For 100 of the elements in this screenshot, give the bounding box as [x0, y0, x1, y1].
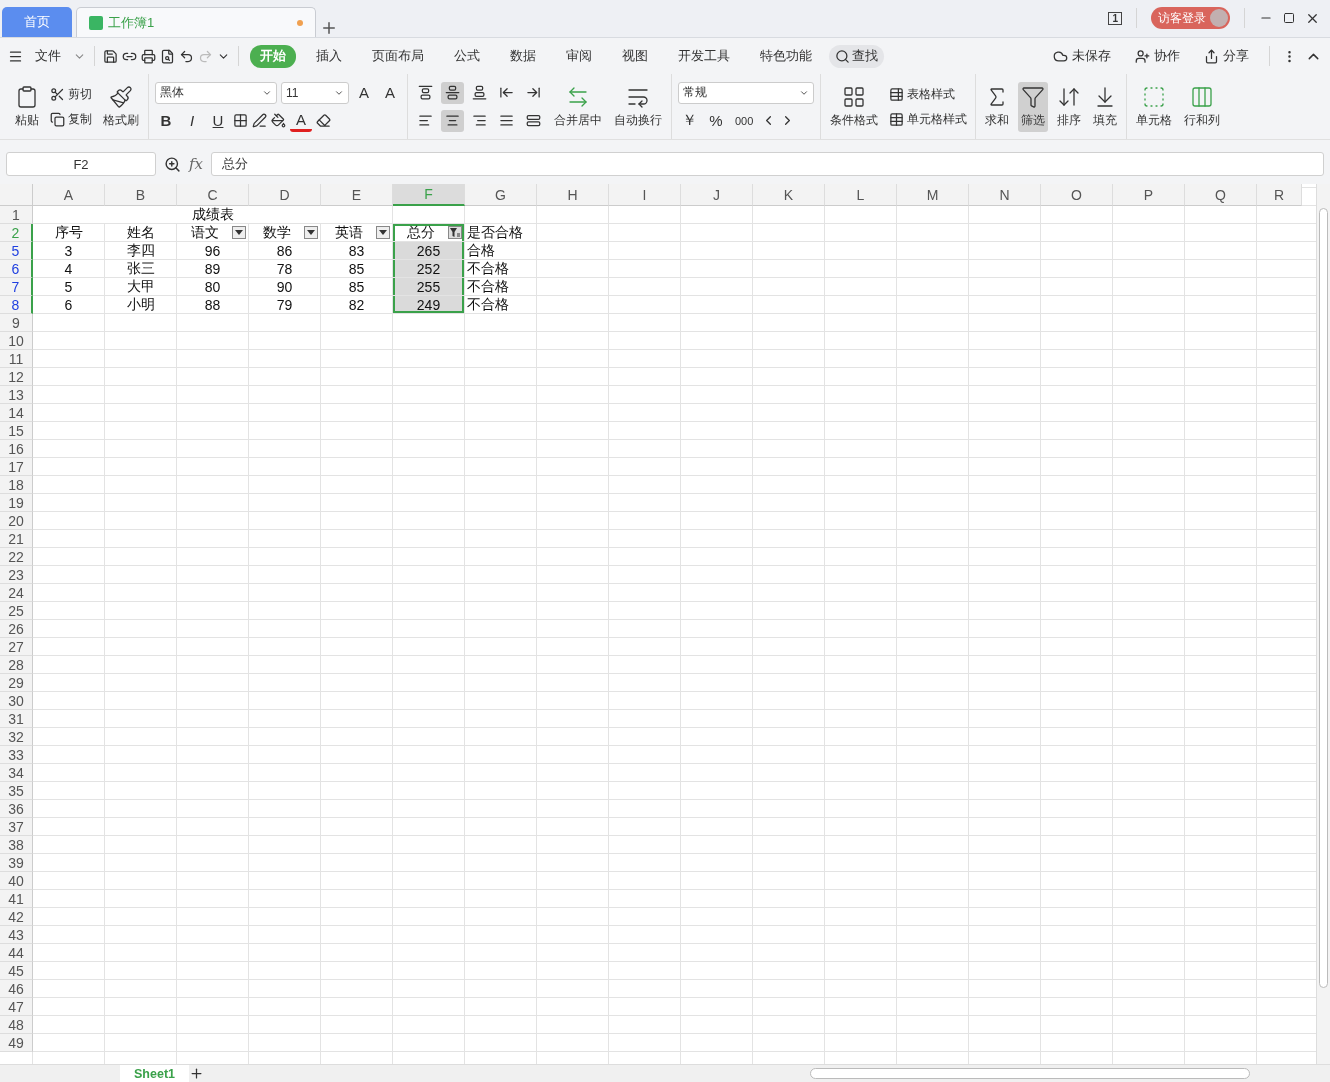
row-header[interactable]: 23: [0, 566, 33, 584]
zoom-icon[interactable]: [164, 155, 181, 173]
column-header[interactable]: N: [969, 184, 1041, 206]
column-header[interactable]: O: [1041, 184, 1113, 206]
row-header[interactable]: 20: [0, 512, 33, 530]
ribbon-tool-button[interactable]: 筛选: [1018, 81, 1048, 132]
row-header[interactable]: 12: [0, 368, 33, 386]
row-header[interactable]: 42: [0, 908, 33, 926]
ribbon-tab[interactable]: 开发工具: [668, 44, 740, 68]
row-header[interactable]: 5: [0, 242, 33, 260]
column-header[interactable]: J: [681, 184, 753, 206]
row-header[interactable]: 26: [0, 620, 33, 638]
row-header[interactable]: 37: [0, 818, 33, 836]
alignment-button[interactable]: [441, 109, 464, 132]
column-header[interactable]: D: [249, 184, 321, 206]
format-painter-button[interactable]: 格式刷: [100, 81, 142, 132]
increase-font-button[interactable]: A: [353, 81, 375, 104]
ribbon-tool-button[interactable]: 求和: [982, 81, 1012, 132]
add-sheet-icon[interactable]: [189, 1066, 204, 1081]
row-header[interactable]: 29: [0, 674, 33, 692]
row-header[interactable]: 32: [0, 728, 33, 746]
underline-button[interactable]: U: [207, 109, 229, 132]
save-icon[interactable]: [103, 48, 118, 64]
column-header[interactable]: A: [33, 184, 105, 206]
wrap-text-button[interactable]: 自动换行: [611, 81, 665, 132]
row-header[interactable]: 25: [0, 602, 33, 620]
row-header[interactable]: 24: [0, 584, 33, 602]
column-header[interactable]: Q: [1185, 184, 1257, 206]
column-header[interactable]: I: [609, 184, 681, 206]
row-header[interactable]: 16: [0, 440, 33, 458]
row-header[interactable]: 30: [0, 692, 33, 710]
row-header[interactable]: 35: [0, 782, 33, 800]
name-box[interactable]: F2: [6, 152, 156, 176]
toolbar-action[interactable]: 协作: [1127, 44, 1188, 68]
column-header[interactable]: G: [465, 184, 537, 206]
row-header[interactable]: 9: [0, 314, 33, 332]
formula-input[interactable]: 总分: [211, 152, 1324, 176]
row-header[interactable]: 34: [0, 764, 33, 782]
row-header[interactable]: 41: [0, 890, 33, 908]
vertical-scrollbar[interactable]: [1316, 184, 1330, 1064]
ribbon-tool-button[interactable]: 单元格: [1133, 81, 1175, 132]
column-header[interactable]: E: [321, 184, 393, 206]
row-header[interactable]: 31: [0, 710, 33, 728]
row-header[interactable]: 1: [0, 206, 33, 224]
file-menu[interactable]: 文件: [27, 44, 69, 68]
font-size-select[interactable]: 11: [281, 81, 349, 104]
currency-button[interactable]: ￥: [678, 109, 701, 132]
ribbon-tool-button[interactable]: 排序: [1054, 81, 1084, 132]
row-header[interactable]: 11: [0, 350, 33, 368]
row-header[interactable]: 21: [0, 530, 33, 548]
filter-button[interactable]: [376, 226, 390, 239]
column-header[interactable]: H: [537, 184, 609, 206]
horizontal-scrollbar[interactable]: [810, 1068, 1250, 1079]
row-header[interactable]: 6: [0, 260, 33, 278]
font-select[interactable]: 黑体: [155, 81, 277, 104]
ribbon-tab[interactable]: 公式: [444, 44, 490, 68]
number-format-select[interactable]: 常规: [678, 81, 814, 104]
row-header[interactable]: 40: [0, 872, 33, 890]
ribbon-tab[interactable]: 数据: [500, 44, 546, 68]
column-header[interactable]: P: [1113, 184, 1185, 206]
font-color-button[interactable]: A: [290, 109, 312, 132]
alignment-button[interactable]: [441, 81, 464, 104]
row-header[interactable]: 49: [0, 1034, 33, 1052]
ribbon-tab[interactable]: 页面布局: [362, 44, 434, 68]
fill-color-icon[interactable]: [271, 113, 286, 128]
search-button[interactable]: 查找: [829, 44, 884, 68]
percent-button[interactable]: %: [705, 109, 727, 132]
undo-icon[interactable]: [179, 48, 194, 64]
row-header[interactable]: 17: [0, 458, 33, 476]
ribbon-tab[interactable]: 特色功能: [750, 44, 822, 68]
ribbon-tab[interactable]: 视图: [612, 44, 658, 68]
merge-center-button[interactable]: 合并居中: [551, 81, 605, 132]
row-header[interactable]: 44: [0, 944, 33, 962]
row-header[interactable]: 18: [0, 476, 33, 494]
menu-icon[interactable]: [8, 48, 23, 64]
ribbon-tool-button[interactable]: 行和列: [1181, 81, 1223, 132]
conditional-format-button[interactable]: 条件格式: [827, 81, 881, 132]
column-header[interactable]: M: [897, 184, 969, 206]
row-header[interactable]: 13: [0, 386, 33, 404]
function-label[interactable]: fx: [189, 155, 203, 173]
window-count-badge[interactable]: 1: [1108, 11, 1122, 25]
filter-button[interactable]: [232, 226, 246, 239]
row-header[interactable]: 47: [0, 998, 33, 1016]
row-header[interactable]: 27: [0, 638, 33, 656]
printer-icon[interactable]: [141, 48, 156, 64]
decrease-font-button[interactable]: A: [379, 81, 401, 104]
row-header[interactable]: 45: [0, 962, 33, 980]
toolbar-action[interactable]: 分享: [1196, 44, 1257, 68]
row-header[interactable]: 7: [0, 278, 33, 296]
ribbon-tool-button[interactable]: 填充: [1090, 81, 1120, 132]
toolbar-action[interactable]: 未保存: [1045, 44, 1119, 68]
row-header[interactable]: 38: [0, 836, 33, 854]
eraser-icon[interactable]: [316, 113, 331, 128]
row-header[interactable]: 46: [0, 980, 33, 998]
pen-icon[interactable]: [252, 113, 267, 128]
table-style-button[interactable]: 表格样式: [887, 84, 969, 104]
new-tab-icon[interactable]: [320, 19, 338, 37]
column-header[interactable]: L: [825, 184, 897, 206]
row-header[interactable]: 19: [0, 494, 33, 512]
row-header[interactable]: 22: [0, 548, 33, 566]
